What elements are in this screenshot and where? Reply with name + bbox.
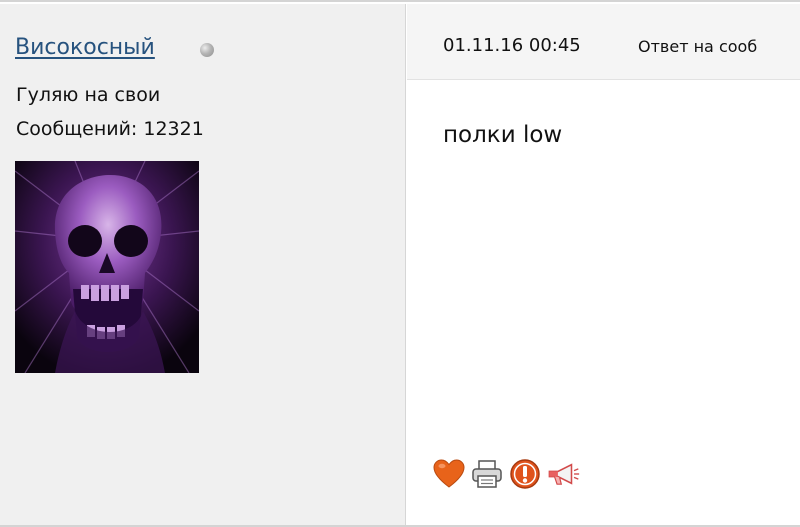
post-date: 01.11.16 00:45	[443, 35, 581, 56]
post-header: 01.11.16 00:45 Ответ на сооб	[407, 4, 800, 80]
user-title: Гуляю на свои	[16, 84, 161, 106]
forum-post: Високосный Гуляю на свои Сообщений: 1232…	[0, 0, 800, 527]
skull-avatar-image	[15, 161, 199, 373]
post-body: полки low	[443, 122, 563, 148]
avatar[interactable]	[15, 161, 199, 373]
username-link[interactable]: Високосный	[15, 35, 155, 60]
post-count: Сообщений: 12321	[16, 118, 204, 140]
heart-icon	[433, 459, 465, 488]
user-info-panel: Високосный Гуляю на свои Сообщений: 1232…	[0, 4, 406, 525]
print-button[interactable]	[470, 457, 504, 491]
megaphone-icon	[548, 463, 580, 485]
reply-link[interactable]: Ответ на сооб	[638, 37, 757, 56]
warning-icon	[510, 459, 540, 489]
report-button[interactable]	[508, 457, 542, 491]
share-button[interactable]	[546, 457, 580, 491]
like-button[interactable]	[432, 457, 466, 491]
post-actions	[432, 457, 580, 491]
offline-status-icon	[200, 43, 214, 57]
printer-icon	[472, 460, 502, 488]
